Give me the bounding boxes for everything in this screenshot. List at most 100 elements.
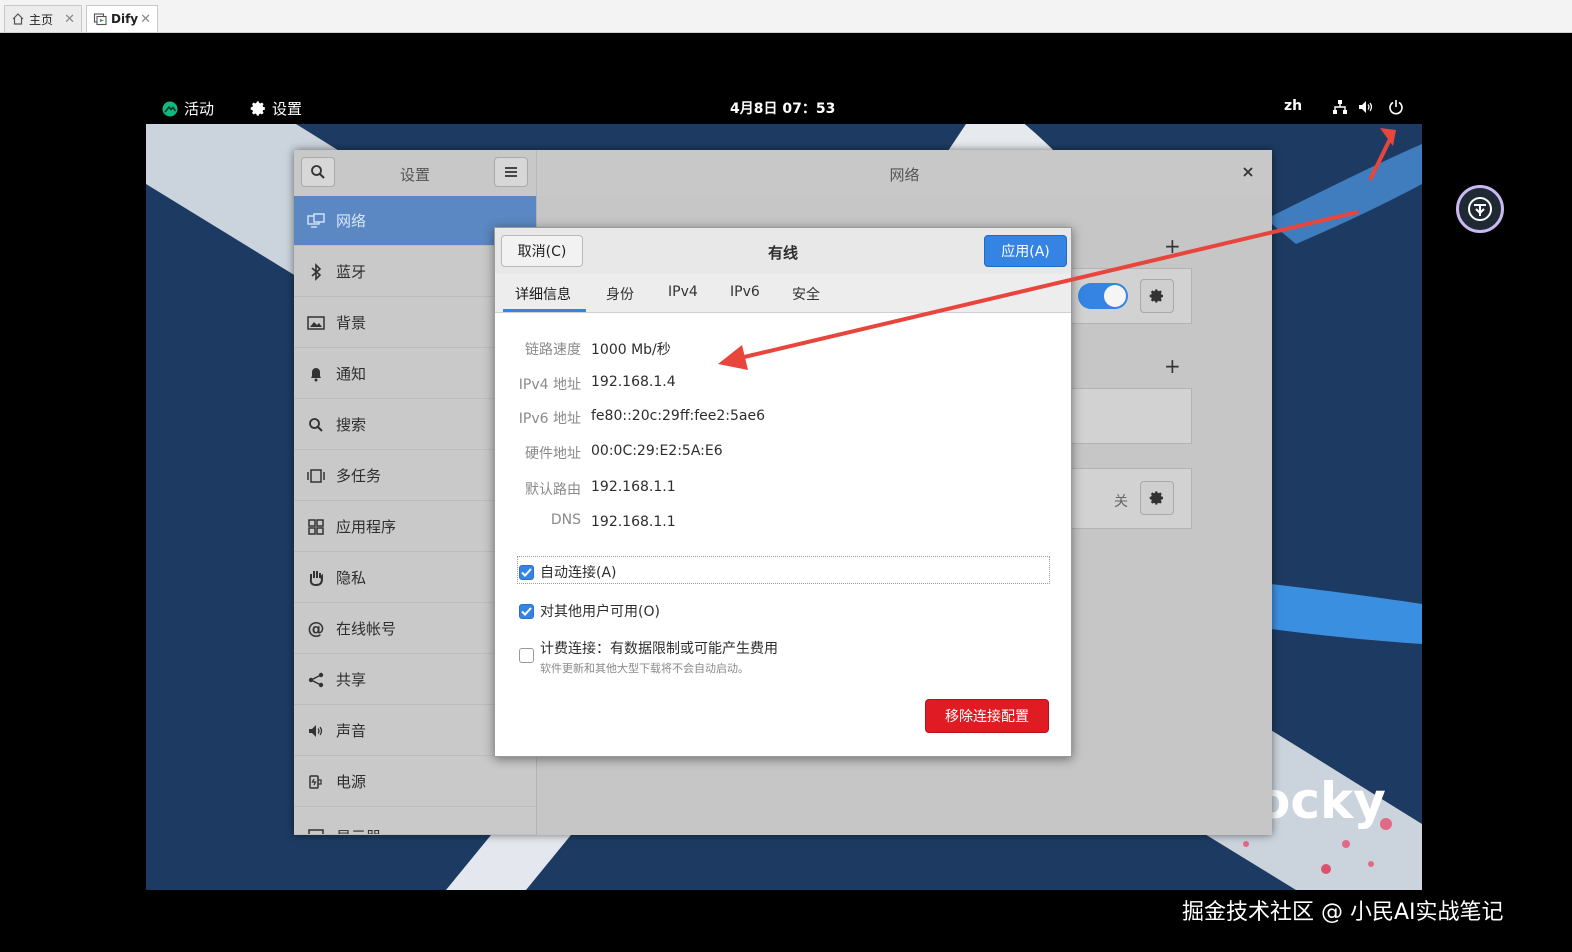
watermark: 掘金技术社区 @ 小民AI实战笔记 (1182, 900, 1504, 925)
all-users-label: 对其他用户可用(O) (540, 604, 660, 620)
menu-button[interactable] (494, 157, 528, 187)
sidebar-item-label: 背景 (336, 314, 367, 332)
apps-icon (306, 517, 326, 537)
sidebar-item-label: 声音 (336, 722, 367, 740)
clock[interactable]: 4月8日 07：53 (730, 98, 835, 118)
host-tab-dify[interactable]: Dify ✕ (86, 5, 158, 32)
checkbox-checked-icon (519, 564, 534, 580)
wired-connection-dialog: 取消(C) 有线 应用(A) 详细信息 身份 IPv4 IPv6 安全 链路速度… (494, 227, 1072, 757)
vpn-card (1072, 388, 1192, 444)
add-vpn-button[interactable]: + (1164, 354, 1181, 378)
default-route-label: 默认路由 (525, 482, 581, 498)
gnome-top-bar: 活动 设置 4月8日 07：53 zh (146, 90, 1422, 124)
sidebar-item-label: 多任务 (336, 467, 382, 485)
link-speed-label: 链路速度 (525, 342, 581, 358)
multitask-icon (306, 466, 326, 486)
auto-connect-checkbox[interactable]: 自动连接(A) (519, 562, 617, 582)
link-speed-value: 1000 Mb/秒 (591, 342, 671, 358)
gear-icon (1149, 490, 1165, 506)
system-status-area[interactable] (1332, 99, 1404, 115)
wired-toggle[interactable] (1078, 283, 1128, 309)
close-icon (1243, 167, 1253, 177)
background-icon (306, 313, 326, 333)
metered-checkbox[interactable]: 计费连接：有数据限制或可能产生费用 软件更新和其他大型下载将不会自动启动。 (519, 638, 778, 676)
wallpaper-text: ocky (1256, 772, 1386, 830)
app-menu-label: 设置 (272, 100, 303, 118)
wired-network-icon (1332, 99, 1348, 115)
tab-ipv6[interactable]: IPv6 (730, 284, 760, 300)
apply-button[interactable]: 应用(A) (984, 235, 1067, 267)
default-route-value: 192.168.1.1 (591, 479, 676, 495)
sidebar-item-label: 隐私 (336, 569, 367, 587)
floating-assistant-icon[interactable] (1456, 185, 1504, 233)
proxy-card: 关 (1072, 468, 1192, 529)
sidebar-item-label: 搜索 (336, 416, 367, 434)
bell-icon (306, 364, 326, 384)
checkbox-unchecked-icon (519, 648, 534, 663)
panel-title: 网络 (889, 166, 920, 184)
dialog-headerbar: 取消(C) 有线 应用(A) (495, 228, 1071, 275)
metered-hint: 软件更新和其他大型下载将不会自动启动。 (540, 662, 749, 675)
tab-details[interactable]: 详细信息 (515, 284, 571, 304)
ipv6-address-value: fe80::20c:29ff:fee2:5ae6 (591, 408, 765, 424)
power-plug-icon (306, 772, 326, 792)
active-tab-indicator (503, 309, 586, 312)
host-tab-home[interactable]: 主页 ✕ (4, 5, 82, 32)
activities-button[interactable]: 活动 (162, 98, 214, 119)
vm-icon (93, 12, 107, 26)
ipv6-address-label: IPv6 地址 (518, 411, 581, 427)
host-tab-dify-label: Dify (111, 12, 139, 26)
checkbox-checked-icon (519, 603, 534, 619)
tab-identity[interactable]: 身份 (606, 284, 634, 304)
close-icon[interactable]: ✕ (140, 12, 151, 27)
tab-security[interactable]: 安全 (792, 284, 820, 304)
app-menu-button[interactable]: 设置 (250, 98, 302, 119)
hand-icon (306, 568, 326, 588)
dialog-tabs: 详细信息 身份 IPv4 IPv6 安全 (495, 274, 1071, 313)
volume-icon (1358, 99, 1374, 115)
rocky-logo-icon (162, 101, 178, 117)
host-tab-home-label: 主页 (29, 12, 54, 27)
network-icon (306, 211, 326, 231)
sidebar-item-label: 蓝牙 (336, 263, 367, 281)
wired-settings-button[interactable] (1140, 279, 1174, 313)
home-icon (11, 12, 25, 26)
gear-icon (250, 100, 267, 117)
input-method-indicator[interactable]: zh (1284, 98, 1302, 114)
sidebar-item-label: 电源 (336, 773, 367, 791)
hardware-address-label: 硬件地址 (525, 446, 581, 462)
sidebar-item-label: 共享 (336, 671, 367, 689)
at-icon: @ (307, 618, 325, 639)
all-users-checkbox[interactable]: 对其他用户可用(O) (519, 601, 660, 621)
display-icon (306, 826, 326, 834)
close-icon[interactable]: ✕ (64, 12, 75, 27)
auto-connect-label: 自动连接(A) (540, 565, 617, 581)
sidebar-item-label: 应用程序 (336, 518, 397, 536)
speaker-icon (306, 721, 326, 741)
search-icon (306, 415, 326, 435)
sidebar-header: 设置 (294, 150, 537, 196)
remove-connection-button[interactable]: 移除连接配置 (925, 699, 1049, 733)
host-tab-bar: 主页 ✕ Dify ✕ (0, 0, 1572, 33)
add-wired-connection-button[interactable]: + (1164, 234, 1181, 258)
sidebar-item-label: 显示器 (336, 826, 381, 834)
sidebar-item-label: 网络 (336, 212, 367, 230)
proxy-settings-button[interactable] (1140, 481, 1174, 515)
proxy-state: 关 (1114, 494, 1128, 510)
tab-ipv4[interactable]: IPv4 (668, 284, 698, 300)
ipv4-address-value: 192.168.1.4 (591, 374, 676, 390)
bluetooth-icon (306, 262, 326, 282)
sidebar-item-displays[interactable]: 显示器 (294, 808, 536, 835)
power-icon (1388, 99, 1404, 115)
gear-icon (1149, 288, 1165, 304)
sidebar-item-label: 通知 (336, 365, 367, 383)
dns-label: DNS (550, 512, 581, 528)
ipv4-address-label: IPv4 地址 (518, 377, 581, 393)
wired-connection-card (1072, 268, 1192, 324)
dns-value: 192.168.1.1 (591, 514, 676, 530)
sidebar-item-power[interactable]: 电源 (294, 757, 536, 807)
close-window-button[interactable] (1238, 162, 1258, 182)
settings-headerbar: 设置 网络 (294, 150, 1272, 197)
hamburger-icon (504, 166, 518, 178)
share-icon (306, 670, 326, 690)
